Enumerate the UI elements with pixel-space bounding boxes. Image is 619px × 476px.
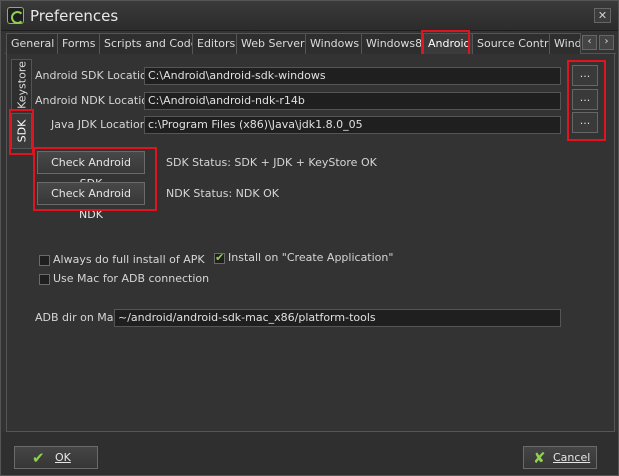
title-bar[interactable]: Preferences ✕ xyxy=(1,1,618,31)
tab-scripts-and-code[interactable]: Scripts and Code xyxy=(99,33,203,54)
side-tab-keystore[interactable]: Keystore xyxy=(11,59,32,111)
window-title: Preferences xyxy=(30,7,119,25)
java-jdk-location-field[interactable]: c:\Program Files (x86)\Java\jdk1.8.0_05 xyxy=(144,116,561,134)
tab-scroll-left-icon[interactable]: ‹ xyxy=(582,35,597,50)
adb-dir-field[interactable]: ~/android/android-sdk-mac_x86/platform-t… xyxy=(114,309,561,327)
browse-buttons-highlight xyxy=(567,60,606,141)
android-sdk-location-label: Android SDK Location xyxy=(35,69,154,82)
java-jdk-location-label: Java JDK Location xyxy=(51,118,147,131)
use-mac-adb-checkbox[interactable] xyxy=(39,274,50,285)
tab-scroll-right-icon[interactable]: › xyxy=(599,35,614,50)
tab-bar: General Forms Scripts and Code Editors W… xyxy=(5,33,616,54)
ok-button[interactable]: ✔ OK xyxy=(14,446,98,469)
dialog-footer: ✔ OK ✘ Cancel xyxy=(1,432,618,475)
side-tab-keystore-label: Keystore xyxy=(15,61,28,109)
adb-dir-label: ADB dir on Mac xyxy=(35,311,120,324)
cancel-button-label: Cancel xyxy=(553,451,591,464)
close-button[interactable]: ✕ xyxy=(594,8,611,23)
ok-button-label: OK xyxy=(55,451,71,464)
checkmark-icon: ✔ xyxy=(32,449,45,467)
tab-windows-truncated[interactable]: Wind xyxy=(549,33,581,54)
install-on-create-checkbox[interactable] xyxy=(214,251,225,264)
tab-windows[interactable]: Windows xyxy=(305,33,365,54)
android-settings-panel: Keystore SDK Android SDK Location C:\And… xyxy=(6,54,615,432)
cancel-button[interactable]: ✘ Cancel xyxy=(523,446,597,469)
app-logo-icon xyxy=(7,7,24,24)
cancel-x-icon: ✘ xyxy=(533,449,546,467)
preferences-window: Preferences ✕ General Forms Scripts and … xyxy=(0,0,619,476)
tab-web-server[interactable]: Web Server xyxy=(236,33,310,54)
always-full-install-checkbox[interactable] xyxy=(39,255,50,266)
install-on-create-label: Install on "Create Application" xyxy=(228,251,394,264)
tab-editors[interactable]: Editors xyxy=(192,33,241,54)
android-ndk-location-field[interactable]: C:\Android\android-ndk-r14b xyxy=(144,92,561,110)
always-full-install-label: Always do full install of APK xyxy=(53,253,205,266)
sdk-tab-highlight xyxy=(9,109,34,155)
android-ndk-location-label: Android NDK Location xyxy=(35,94,155,107)
use-mac-adb-label: Use Mac for ADB connection xyxy=(53,272,210,285)
ndk-status-text: NDK Status: NDK OK xyxy=(166,187,279,200)
tab-general[interactable]: General xyxy=(6,33,60,54)
sdk-status-text: SDK Status: SDK + JDK + KeyStore OK xyxy=(166,156,377,169)
tab-forms[interactable]: Forms xyxy=(57,33,101,54)
android-sdk-location-field[interactable]: C:\Android\android-sdk-windows xyxy=(144,67,561,85)
check-buttons-highlight xyxy=(33,147,157,211)
tab-windows8[interactable]: Windows8 xyxy=(361,33,428,54)
